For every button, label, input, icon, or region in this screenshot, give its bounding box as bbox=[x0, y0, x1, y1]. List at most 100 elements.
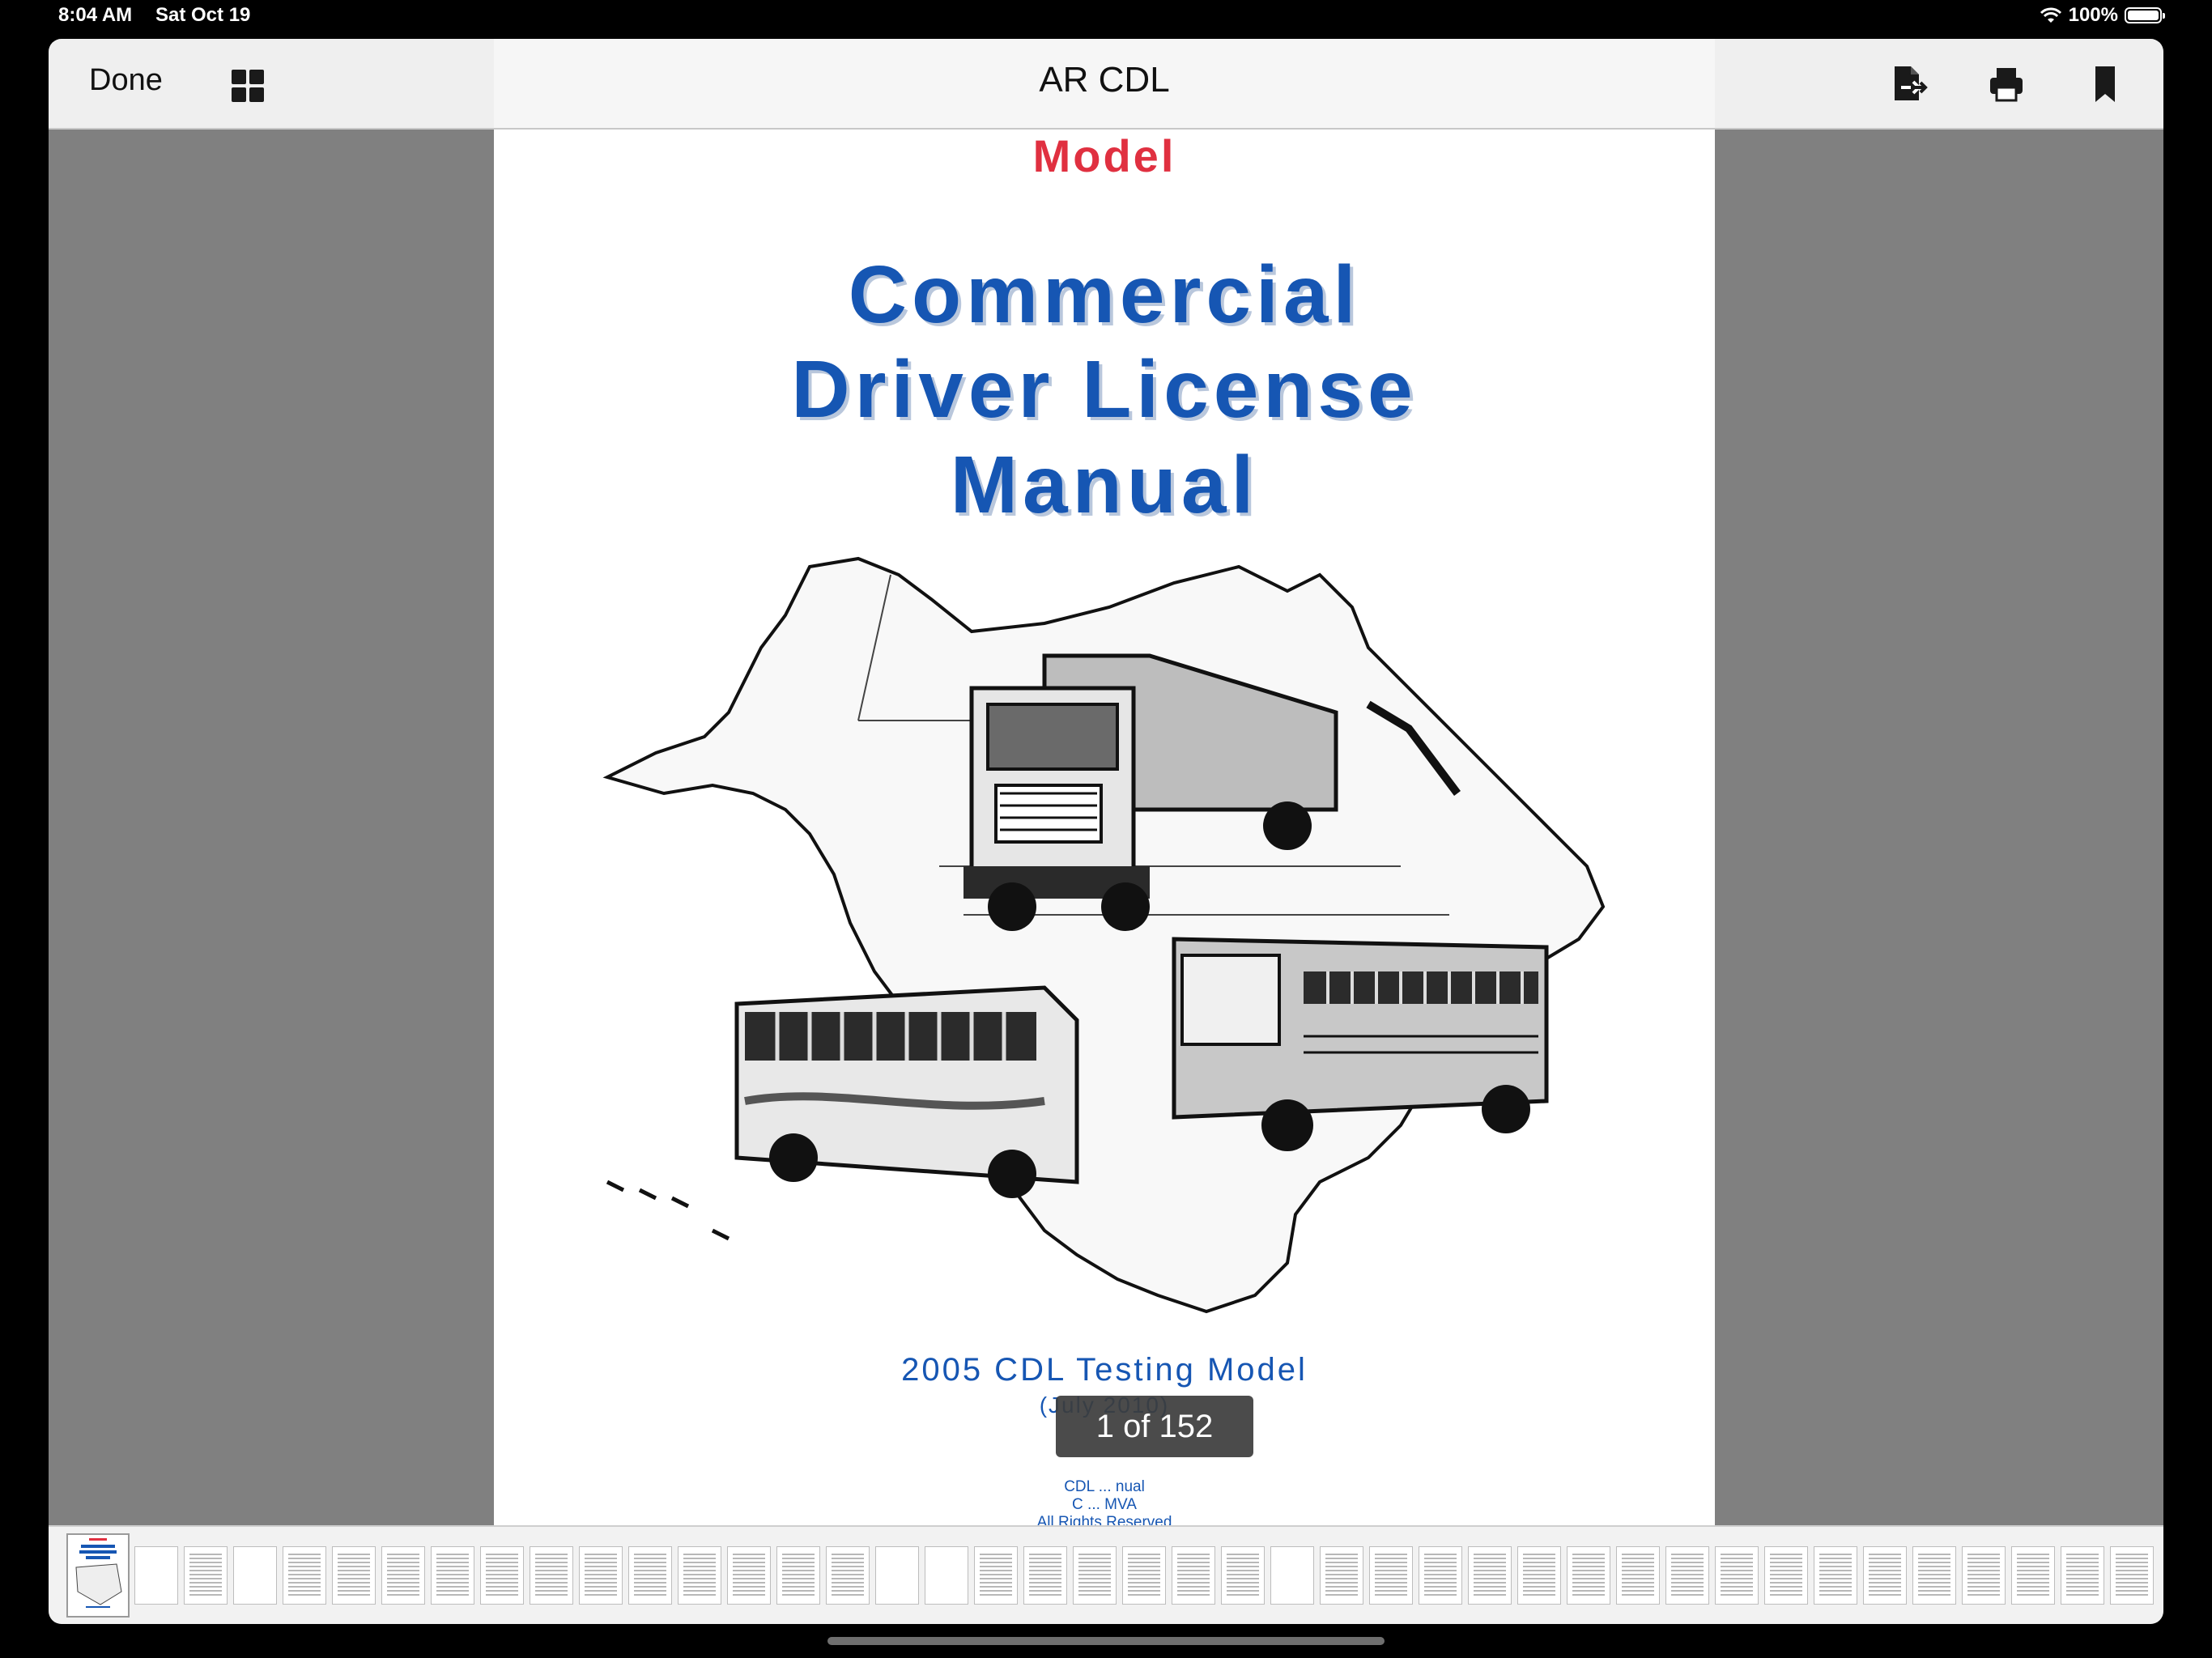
cover-title-line1: Commercial bbox=[848, 249, 1361, 340]
thumbnail-text-lines bbox=[1029, 1554, 1061, 1597]
page-thumbnail[interactable] bbox=[776, 1546, 820, 1605]
page-thumbnail[interactable] bbox=[974, 1546, 1018, 1605]
thumbnail-text-lines bbox=[1967, 1554, 2000, 1597]
page-thumbnail[interactable] bbox=[1073, 1546, 1117, 1605]
pdf-viewer-window: Done AR CDL Model Commercial Driver Lice… bbox=[49, 39, 2163, 1624]
page-thumbnail[interactable] bbox=[826, 1546, 870, 1605]
thumbnail-text-lines bbox=[1474, 1554, 1506, 1597]
cover-footer-line1: CDL ... nual bbox=[1064, 1478, 1145, 1495]
status-time: 8:04 AM bbox=[58, 4, 133, 26]
page-thumbnail[interactable] bbox=[628, 1546, 672, 1605]
thumbnail-text-lines bbox=[832, 1554, 864, 1597]
page-thumbnail[interactable] bbox=[1419, 1546, 1462, 1605]
thumbnail-text-lines bbox=[782, 1554, 815, 1597]
page-thumbnail[interactable] bbox=[1023, 1546, 1067, 1605]
thumbnail-current-page[interactable] bbox=[66, 1533, 130, 1618]
thumbnail-text-lines bbox=[2116, 1554, 2148, 1597]
home-indicator[interactable] bbox=[827, 1637, 1385, 1645]
page-thumbnail[interactable] bbox=[1715, 1546, 1759, 1605]
thumbnail-text-lines bbox=[1918, 1554, 1950, 1597]
thumbnail-text-lines bbox=[189, 1554, 222, 1597]
thumbnail-text-lines bbox=[683, 1554, 716, 1597]
page-thumbnail[interactable] bbox=[2061, 1546, 2104, 1605]
page-thumbnail[interactable] bbox=[2110, 1546, 2154, 1605]
page-thumbnail[interactable] bbox=[480, 1546, 524, 1605]
page-thumbnail[interactable] bbox=[332, 1546, 376, 1605]
status-date: Sat Oct 19 bbox=[155, 4, 251, 26]
toolbar: Done AR CDL bbox=[49, 39, 2163, 130]
page-thumbnail[interactable] bbox=[925, 1546, 968, 1605]
page-thumbnail[interactable] bbox=[1172, 1546, 1215, 1605]
cover-footer-line2: C ... MVA bbox=[1072, 1496, 1137, 1513]
thumbnail-text-lines bbox=[1572, 1554, 1605, 1597]
thumbnail-cover-preview bbox=[75, 1538, 122, 1608]
page-thumbnail[interactable] bbox=[579, 1546, 623, 1605]
page-thumbnail[interactable] bbox=[1122, 1546, 1166, 1605]
north-america-vehicles-illustration bbox=[602, 556, 1606, 1314]
thumbnail-text-lines bbox=[585, 1554, 617, 1597]
page-thumbnail[interactable] bbox=[1665, 1546, 1709, 1605]
thumbnail-text-lines bbox=[1078, 1554, 1111, 1597]
thumbnail-row bbox=[66, 1533, 2159, 1618]
pdf-page[interactable]: Model Commercial Driver License Manual 2… bbox=[494, 130, 1715, 1562]
page-thumbnail[interactable] bbox=[1320, 1546, 1363, 1605]
thumbnail-text-lines bbox=[1375, 1554, 1407, 1597]
wifi-icon bbox=[2040, 7, 2061, 23]
cover-model-label: Model bbox=[1032, 130, 1176, 181]
page-indicator: 1 of 152 bbox=[1056, 1396, 1253, 1457]
page-thumbnail[interactable] bbox=[530, 1546, 573, 1605]
page-thumbnail[interactable] bbox=[1814, 1546, 1857, 1605]
document-title: AR CDL bbox=[1039, 60, 1170, 100]
thumbnail-text-lines bbox=[1671, 1554, 1704, 1597]
page-thumbnail[interactable] bbox=[1369, 1546, 1413, 1605]
print-icon[interactable] bbox=[1985, 63, 2027, 105]
thumbnail-text-lines bbox=[2017, 1554, 2049, 1597]
page-thumbnail[interactable] bbox=[381, 1546, 425, 1605]
thumbnail-text-lines bbox=[2066, 1554, 2099, 1597]
status-bar: 8:04 AM Sat Oct 19 100% bbox=[0, 0, 2212, 36]
page-thumbnail[interactable] bbox=[1517, 1546, 1561, 1605]
thumbnail-text-lines bbox=[436, 1554, 469, 1597]
page-thumbnail[interactable] bbox=[727, 1546, 771, 1605]
thumbnail-text-lines bbox=[1227, 1554, 1259, 1597]
thumbnail-text-lines bbox=[338, 1554, 370, 1597]
page-thumbnail[interactable] bbox=[283, 1546, 326, 1605]
grid-view-icon[interactable] bbox=[232, 70, 266, 104]
thumbnail-text-lines bbox=[1128, 1554, 1160, 1597]
thumbnail-text-lines bbox=[1819, 1554, 1852, 1597]
page-thumbnail[interactable] bbox=[1567, 1546, 1610, 1605]
page-thumbnail[interactable] bbox=[233, 1546, 277, 1605]
page-thumbnail[interactable] bbox=[2011, 1546, 2055, 1605]
thumbnail-text-lines bbox=[1325, 1554, 1358, 1597]
status-right: 100% bbox=[2040, 4, 2165, 27]
bookmark-icon[interactable] bbox=[2084, 63, 2126, 105]
page-thumbnail[interactable] bbox=[1863, 1546, 1907, 1605]
page-thumbnail[interactable] bbox=[1221, 1546, 1265, 1605]
page-thumbnail[interactable] bbox=[678, 1546, 721, 1605]
thumbnail-text-lines bbox=[387, 1554, 419, 1597]
done-button[interactable]: Done bbox=[89, 63, 163, 98]
thumbnail-strip[interactable] bbox=[49, 1525, 2163, 1624]
battery-icon bbox=[2125, 7, 2165, 23]
page-thumbnail[interactable] bbox=[1962, 1546, 2006, 1605]
page-thumbnail[interactable] bbox=[184, 1546, 228, 1605]
thumbnail-text-lines bbox=[535, 1554, 568, 1597]
page-thumbnail[interactable] bbox=[1912, 1546, 1956, 1605]
thumbnail-text-lines bbox=[1424, 1554, 1457, 1597]
thumbnail-text-lines bbox=[634, 1554, 666, 1597]
page-thumbnail[interactable] bbox=[875, 1546, 919, 1605]
page-thumbnail[interactable] bbox=[1468, 1546, 1512, 1605]
thumbnail-text-lines bbox=[1721, 1554, 1753, 1597]
page-thumbnail[interactable] bbox=[1270, 1546, 1314, 1605]
cover-title-line2: Driver License bbox=[791, 344, 1418, 435]
thumbnail-text-lines bbox=[1622, 1554, 1654, 1597]
thumbnail-text-lines bbox=[486, 1554, 518, 1597]
page-thumbnail[interactable] bbox=[1616, 1546, 1660, 1605]
thumbnail-text-lines bbox=[1869, 1554, 1901, 1597]
page-thumbnail[interactable] bbox=[134, 1546, 178, 1605]
thumbnail-text-lines bbox=[980, 1554, 1012, 1597]
share-export-icon[interactable] bbox=[1887, 63, 1929, 105]
page-thumbnail[interactable] bbox=[1764, 1546, 1808, 1605]
thumbnail-text-lines bbox=[1523, 1554, 1555, 1597]
page-thumbnail[interactable] bbox=[431, 1546, 474, 1605]
